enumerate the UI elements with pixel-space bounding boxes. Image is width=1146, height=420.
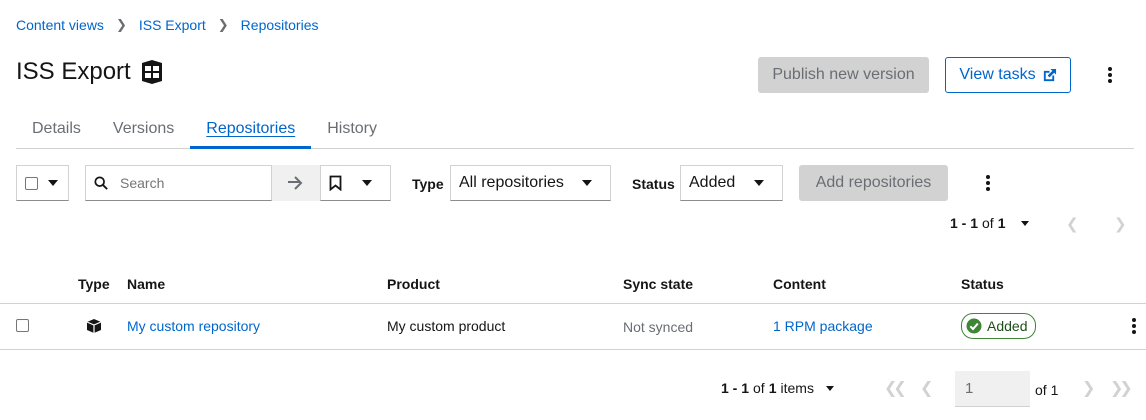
add-repositories-button[interactable]: Add repositories xyxy=(799,165,948,201)
tab-versions[interactable]: Versions xyxy=(97,110,190,148)
tab-repositories[interactable]: Repositories xyxy=(190,110,312,149)
status-filter-value: Added xyxy=(689,174,736,191)
pagination-of: of xyxy=(982,215,994,231)
chevron-right-icon: ❯ xyxy=(115,17,127,32)
prev-page-button-bottom[interactable]: ❮ xyxy=(920,378,933,398)
caret-down-icon xyxy=(1020,220,1029,226)
pagination-total: 1 xyxy=(768,380,777,396)
kebab-icon xyxy=(986,175,990,191)
pagination-items-label: items xyxy=(780,380,814,396)
select-all-checkbox[interactable] xyxy=(25,176,38,190)
caret-down-icon xyxy=(48,180,58,186)
column-header-product[interactable]: Product xyxy=(387,276,440,292)
last-page-button[interactable]: ❯❯ xyxy=(1110,378,1133,398)
table-row-divider xyxy=(0,349,1146,350)
caret-down-icon xyxy=(825,385,834,391)
bookmark-icon xyxy=(329,175,342,191)
next-page-button-bottom[interactable]: ❯ xyxy=(1082,378,1095,398)
sync-state: Not synced xyxy=(623,319,694,335)
breadcrumb-repositories[interactable]: Repositories xyxy=(241,17,319,33)
tab-history[interactable]: History xyxy=(311,110,393,148)
caret-down-icon xyxy=(754,180,764,186)
bookmark-dropdown[interactable] xyxy=(320,165,391,201)
header-kebab-menu[interactable] xyxy=(1100,62,1120,88)
next-page-button[interactable]: ❯ xyxy=(1114,215,1127,233)
external-link-icon xyxy=(1042,68,1057,83)
pagination-top-toggle[interactable]: 1 - 1 of 1 xyxy=(950,215,1029,231)
status-filter-select[interactable]: Added xyxy=(680,165,783,201)
view-tasks-label: View tasks xyxy=(959,66,1036,83)
page-title-wrap: ISS Export xyxy=(16,58,165,86)
prev-page-button[interactable]: ❮ xyxy=(1066,215,1079,233)
toolbar-kebab-menu[interactable] xyxy=(978,170,998,196)
page-title: ISS Export xyxy=(16,58,131,85)
tab-bar: Details Versions Repositories History xyxy=(16,110,1134,149)
repository-name-link[interactable]: My custom repository xyxy=(127,318,260,334)
search-field[interactable] xyxy=(85,165,272,201)
type-filter-select[interactable]: All repositories xyxy=(450,165,611,201)
pagination-total: 1 xyxy=(997,215,1006,231)
content-count-link[interactable]: 1 RPM package xyxy=(773,318,873,334)
column-header-sync-state[interactable]: Sync state xyxy=(623,276,693,292)
page-number-input[interactable]: 1 xyxy=(955,371,1030,407)
caret-down-icon xyxy=(582,180,592,186)
tab-label: Versions xyxy=(112,120,175,137)
publish-new-version-button[interactable]: Publish new version xyxy=(758,57,929,93)
search-icon xyxy=(94,176,108,190)
product-name: My custom product xyxy=(387,318,506,334)
table-header-divider xyxy=(0,303,1146,304)
repository-icon xyxy=(86,318,102,334)
pagination-bottom-toggle[interactable]: 1 - 1 of 1 items xyxy=(721,380,834,396)
row-kebab-menu[interactable] xyxy=(1126,313,1142,339)
composite-content-view-icon xyxy=(139,59,165,85)
type-filter-label: Type xyxy=(412,176,444,192)
search-input[interactable] xyxy=(118,174,258,192)
pagination-range: 1 - 1 xyxy=(950,215,979,231)
pagination-of: of xyxy=(753,380,765,396)
tab-label: Repositories xyxy=(206,120,296,137)
column-header-content[interactable]: Content xyxy=(773,276,826,292)
pagination-range: 1 - 1 xyxy=(721,380,750,396)
breadcrumb: Content views ❯ ISS Export ❯ Repositorie… xyxy=(16,15,319,35)
column-header-type[interactable]: Type xyxy=(78,276,110,292)
view-tasks-button[interactable]: View tasks xyxy=(945,57,1071,93)
page-of-total: of 1 xyxy=(1035,382,1059,398)
first-page-button[interactable]: ❮❮ xyxy=(884,378,907,398)
tab-label: History xyxy=(327,120,377,137)
tab-label: Details xyxy=(32,120,81,137)
column-header-status[interactable]: Status xyxy=(961,276,1004,292)
arrow-right-icon xyxy=(288,176,303,190)
bulk-select-dropdown[interactable] xyxy=(16,165,69,201)
search-submit-button[interactable] xyxy=(272,165,320,201)
chevron-right-icon: ❯ xyxy=(217,17,229,32)
breadcrumb-content-views[interactable]: Content views xyxy=(16,17,104,33)
status-filter-label: Status xyxy=(632,176,675,192)
caret-down-icon xyxy=(362,180,372,186)
kebab-icon xyxy=(1108,67,1112,83)
row-select-checkbox[interactable] xyxy=(16,319,29,332)
kebab-icon xyxy=(1132,318,1136,334)
status-badge: Added xyxy=(961,313,1037,339)
type-filter-value: All repositories xyxy=(459,174,564,191)
check-circle-icon xyxy=(966,318,982,334)
column-header-name[interactable]: Name xyxy=(127,276,165,292)
breadcrumb-iss-export[interactable]: ISS Export xyxy=(139,17,206,33)
status-badge-label: Added xyxy=(987,318,1028,334)
tab-details[interactable]: Details xyxy=(16,110,97,148)
